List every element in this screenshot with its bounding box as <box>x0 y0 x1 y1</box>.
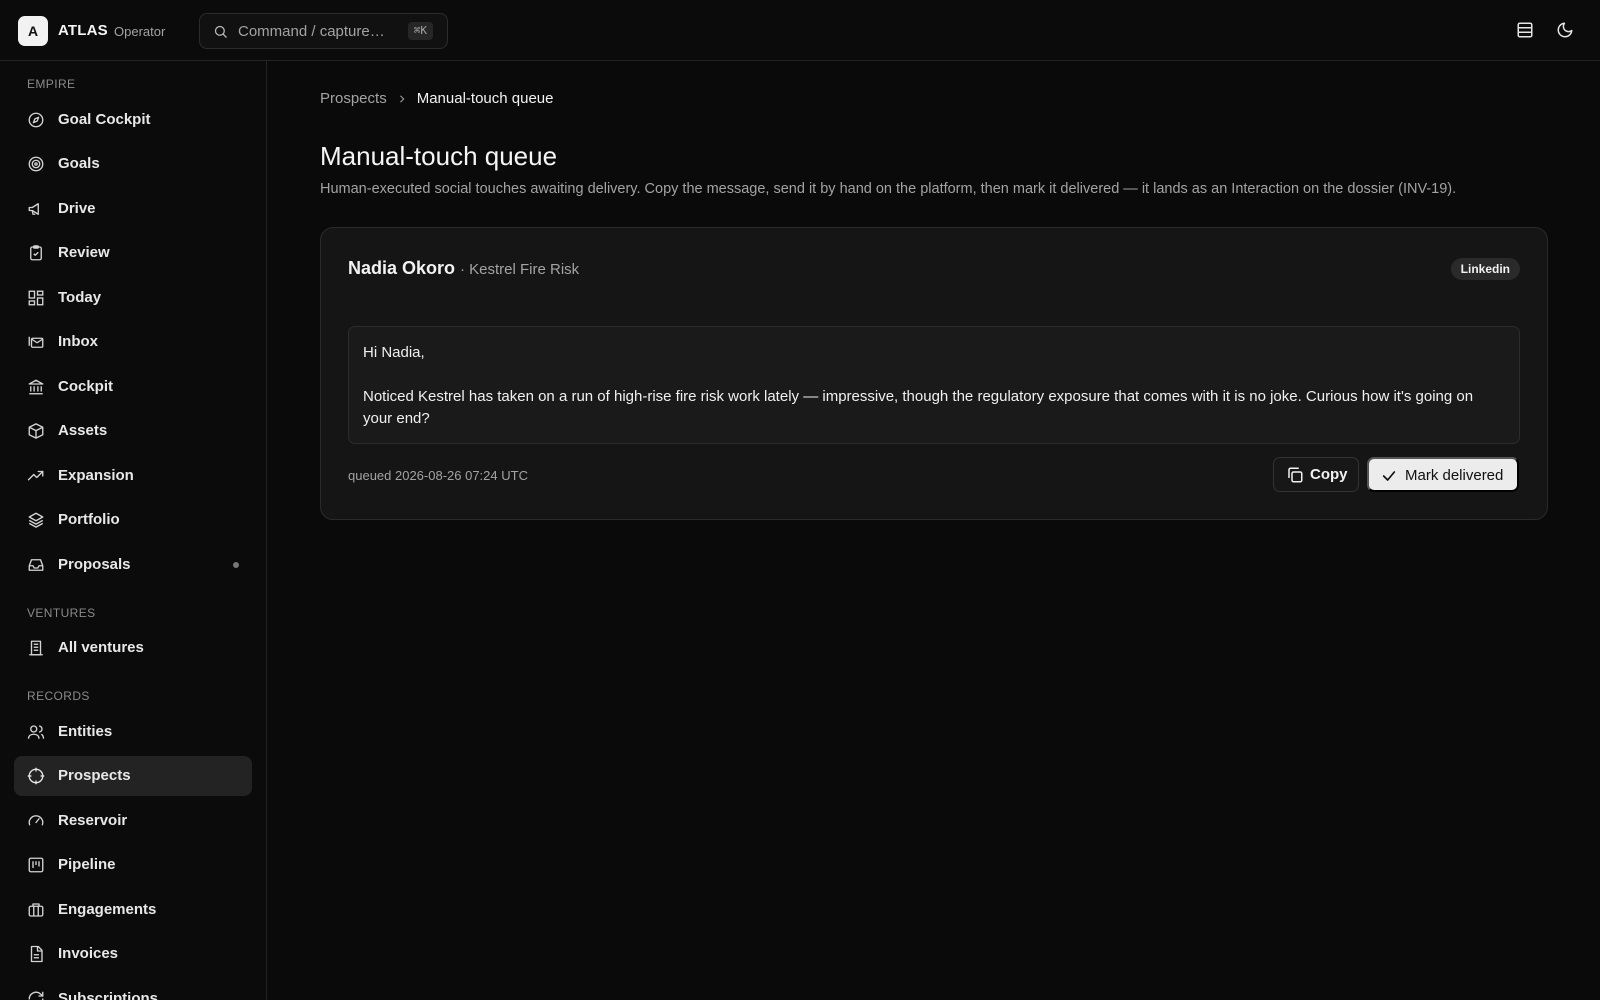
sidebar-item-label: Expansion <box>58 467 134 484</box>
dashboard-grid-icon <box>27 289 45 307</box>
sidebar-item-inbox[interactable]: Inbox <box>14 322 252 362</box>
sidebar-item-goal-cockpit[interactable]: Goal Cockpit <box>14 100 252 140</box>
mark-delivered-button[interactable]: Mark delivered <box>1367 457 1519 492</box>
prospect-company: · Kestrel Fire Risk <box>460 261 580 278</box>
moon-icon <box>1557 22 1573 38</box>
sidebar-item-subscriptions[interactable]: Subscriptions <box>14 979 252 1000</box>
sidebar-item-prospects[interactable]: Prospects <box>14 756 252 796</box>
sidebar-item-label: Subscriptions <box>58 990 159 1000</box>
sidebar-item-entities[interactable]: Entities <box>14 712 252 752</box>
sidebar-item-label: Pipeline <box>58 856 116 873</box>
sidebar-section-records: RECORDS <box>27 689 90 703</box>
message-paragraph: Noticed Kestrel has taken on a run of hi… <box>363 388 1474 427</box>
sidebar-item-label: Prospects <box>58 767 131 784</box>
sidebar-item-label: Portfolio <box>58 511 120 528</box>
sidebar-item-label: Cockpit <box>58 378 114 395</box>
sidebar-item-pipeline[interactable]: Pipeline <box>14 845 252 885</box>
copy-button-label: Copy <box>1310 466 1348 483</box>
queue-card: Nadia Okoro · Kestrel Fire Risk Linkedin… <box>320 227 1548 520</box>
crosshair-icon <box>27 767 45 785</box>
sidebar-item-assets[interactable]: Assets <box>14 411 252 451</box>
command-search[interactable]: Command / capture… ⌘K <box>199 13 448 49</box>
sidebar-item-label: Inbox <box>58 333 98 350</box>
compass-icon <box>27 111 45 129</box>
copy-icon <box>1286 466 1304 484</box>
mail-stack-icon <box>27 333 45 351</box>
prospect-name[interactable]: Nadia Okoro <box>348 258 455 279</box>
sidebar-item-label: Reservoir <box>58 812 128 829</box>
layout-icon <box>1517 22 1533 38</box>
mark-delivered-label: Mark delivered <box>1405 467 1504 484</box>
clipboard-check-icon <box>27 244 45 262</box>
sidebar-item-label: Assets <box>58 422 108 439</box>
chevron-right-icon <box>397 94 407 104</box>
trending-up-icon <box>27 467 45 485</box>
sidebar-item-expansion[interactable]: Expansion <box>14 456 252 496</box>
sidebar-item-portfolio[interactable]: Portfolio <box>14 500 252 540</box>
notification-dot <box>233 562 239 568</box>
sidebar-item-proposals[interactable]: Proposals <box>14 545 252 585</box>
sidebar-item-label: Goals <box>58 155 100 172</box>
sidebar-item-drive[interactable]: Drive <box>14 189 252 229</box>
page-description: Human-executed social touches awaiting d… <box>320 181 1457 197</box>
sidebar-item-cockpit[interactable]: Cockpit <box>14 367 252 407</box>
search-placeholder: Command / capture… <box>238 23 385 40</box>
sidebar-item-goals[interactable]: Goals <box>14 144 252 184</box>
sidebar-item-label: Review <box>58 244 110 261</box>
sidebar-item-label: Proposals <box>58 556 131 573</box>
users-icon <box>27 723 45 741</box>
sidebar-item-invoices[interactable]: Invoices <box>14 934 252 974</box>
search-icon <box>213 24 228 39</box>
sidebar-item-label: Invoices <box>58 945 119 962</box>
refresh-icon <box>27 990 45 1000</box>
breadcrumb-current: Manual-touch queue <box>416 90 554 107</box>
copy-button[interactable]: Copy <box>1273 457 1359 492</box>
sidebar: EMPIRE Goal Cockpit Goals Drive Review T… <box>0 61 267 1000</box>
sidebar-item-label: Drive <box>58 200 96 217</box>
app-role: Operator <box>114 24 166 39</box>
message-body[interactable]: Hi Nadia, Noticed Kestrel has taken on a… <box>348 326 1520 444</box>
sidebar-item-label: Goal Cockpit <box>58 111 151 128</box>
breadcrumb-prospects-link[interactable]: Prospects <box>320 90 387 107</box>
check-icon <box>1381 468 1397 484</box>
search-shortcut: ⌘K <box>407 22 433 40</box>
building-icon <box>27 639 45 657</box>
sidebar-item-engagements[interactable]: Engagements <box>14 890 252 930</box>
platform-badge: Linkedin <box>1450 258 1520 280</box>
megaphone-icon <box>27 200 45 218</box>
sidebar-section-ventures: VENTURES <box>27 606 96 620</box>
layout-toggle-button[interactable] <box>1516 21 1536 41</box>
sidebar-item-today[interactable]: Today <box>14 278 252 318</box>
sidebar-item-label: Entities <box>58 723 113 740</box>
target-icon <box>27 155 45 173</box>
top-bar: A ATLAS Operator Command / capture… ⌘K <box>0 0 1600 61</box>
briefcase-icon <box>27 901 45 919</box>
bank-icon <box>27 378 45 396</box>
message-greeting: Hi Nadia, <box>363 344 425 361</box>
sidebar-item-review[interactable]: Review <box>14 233 252 273</box>
cube-icon <box>27 422 45 440</box>
sidebar-item-label: Today <box>58 289 102 306</box>
breadcrumb: Prospects Manual-touch queue <box>320 90 553 107</box>
page-title: Manual-touch queue <box>320 141 558 171</box>
layers-icon <box>27 511 45 529</box>
sidebar-item-all-ventures[interactable]: All ventures <box>14 628 252 668</box>
sidebar-item-reservoir[interactable]: Reservoir <box>14 801 252 841</box>
gauge-icon <box>27 812 45 830</box>
app-logo[interactable]: A <box>18 16 48 46</box>
sidebar-item-label: Engagements <box>58 901 157 918</box>
file-text-icon <box>27 945 45 963</box>
inbox-tray-icon <box>27 556 45 574</box>
theme-toggle-button[interactable] <box>1556 21 1576 41</box>
queued-timestamp: queued 2026-08-26 07:24 UTC <box>348 468 528 483</box>
kanban-icon <box>27 856 45 874</box>
sidebar-item-label: All ventures <box>58 639 144 656</box>
sidebar-section-empire: EMPIRE <box>27 77 76 91</box>
app-name: ATLAS <box>58 22 108 39</box>
